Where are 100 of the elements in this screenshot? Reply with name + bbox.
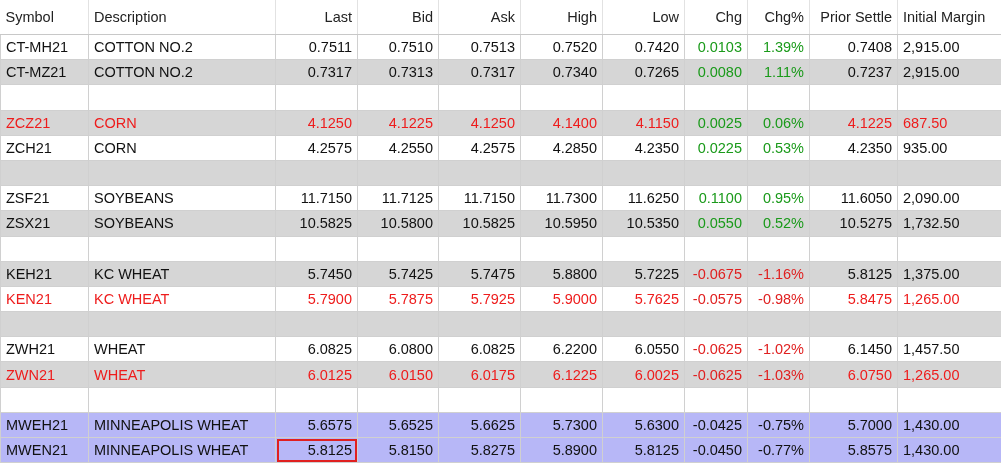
table-cell: -0.0425: [684, 412, 748, 438]
table-cell: -1.16%: [747, 261, 810, 287]
table-cell: 6.0825: [438, 336, 521, 362]
table-cell: 5.7625: [602, 286, 685, 312]
column-header[interactable]: Symbol: [0, 0, 89, 35]
table-cell: ZWN21: [0, 361, 89, 388]
table-cell: 0.7237: [809, 59, 898, 85]
table-cell: ZSX21: [0, 210, 89, 236]
table-row[interactable]: ZSX21 SOYBEANS 10.5825 10.5800 10.5825 10.5950 10.5350 0.0550 0.52% 10.5275 1,732.50: [0, 210, 1001, 236]
table-cell: -0.0575: [684, 286, 748, 312]
table-cell: 5.8900: [520, 437, 603, 463]
column-header[interactable]: Bid: [357, 0, 439, 35]
table-cell: 5.8125: [809, 261, 898, 287]
table-cell: 4.1225: [809, 110, 898, 136]
table-cell: 6.0550: [602, 336, 685, 362]
table-cell: 1.11%: [747, 59, 810, 85]
column-header[interactable]: Initial Margin: [897, 0, 1001, 35]
table-cell: 6.0025: [602, 361, 685, 388]
table-cell: 10.5800: [357, 210, 439, 236]
table-cell: 5.6575: [275, 412, 358, 438]
column-header[interactable]: Description: [88, 0, 276, 35]
table-cell: 4.1225: [357, 110, 439, 136]
table-row[interactable]: CT-MH21 COTTON NO.2 0.7511 0.7510 0.7513 0.7520 0.7420 0.0103 1.39% 0.7408 2,915.00: [0, 34, 1001, 60]
table-cell: 0.0025: [684, 110, 748, 136]
table-cell: COTTON NO.2: [88, 59, 276, 85]
table-cell: 0.0080: [684, 59, 748, 85]
table-cell: 0.06%: [747, 110, 810, 136]
table-cell: 6.1450: [809, 336, 898, 362]
table-cell: 5.8275: [438, 437, 521, 463]
table-cell: ZCH21: [0, 135, 89, 161]
table-row[interactable]: ZWH21 WHEAT 6.0825 6.0800 6.0825 6.2200 6.0550 -0.0625 -1.02% 6.1450 1,457.50: [0, 336, 1001, 362]
table-cell: 0.7520: [520, 34, 603, 60]
table-cell: 6.0150: [357, 361, 439, 388]
table-cell: 5.8575: [809, 437, 898, 463]
table-cell: 4.2350: [809, 135, 898, 161]
table-cell: 0.0225: [684, 135, 748, 161]
table-cell: SOYBEANS: [88, 210, 276, 236]
table-cell: CORN: [88, 135, 276, 161]
table-row[interactable]: ZCH21 CORN 4.2575 4.2550 4.2575 4.2850 4.2350 0.0225 0.53% 4.2350 935.00: [0, 135, 1001, 161]
column-header[interactable]: Chg: [684, 0, 748, 35]
table-row[interactable]: CT-MZ21 COTTON NO.2 0.7317 0.7313 0.7317 0.7340 0.7265 0.0080 1.11% 0.7237 2,915.00: [0, 59, 1001, 85]
table-cell: 10.5350: [602, 210, 685, 236]
table-cell: -0.0675: [684, 261, 748, 287]
table-cell: 5.8800: [520, 261, 603, 287]
table-cell: MWEN21: [0, 437, 89, 463]
table-cell: 5.8150: [357, 437, 439, 463]
column-header[interactable]: Ask: [438, 0, 521, 35]
table-cell: 10.5275: [809, 210, 898, 236]
column-header[interactable]: Last: [275, 0, 358, 35]
table-cell: WHEAT: [88, 336, 276, 362]
table-cell: -1.03%: [747, 361, 810, 388]
table-cell: 0.95%: [747, 185, 810, 211]
table-cell: 5.6300: [602, 412, 685, 438]
table-cell: 6.0750: [809, 361, 898, 388]
column-header[interactable]: Chg%: [747, 0, 810, 35]
table-cell: 0.0103: [684, 34, 748, 60]
table-cell: 6.0175: [438, 361, 521, 388]
table-cell: 5.7425: [357, 261, 439, 287]
table-cell: 0.7317: [438, 59, 521, 85]
table-cell: 6.0125: [275, 361, 358, 388]
table-cell: 6.2200: [520, 336, 603, 362]
table-cell: 6.1225: [520, 361, 603, 388]
table-cell: 10.5825: [275, 210, 358, 236]
table-cell: CT-MH21: [0, 34, 89, 60]
table-row[interactable]: ZSF21 SOYBEANS 11.7150 11.7125 11.7150 11.7300 11.6250 0.1100 0.95% 11.6050 2,090.00: [0, 185, 1001, 211]
table-cell: 0.1100: [684, 185, 748, 211]
column-header[interactable]: Prior Settle: [809, 0, 898, 35]
table-cell: MINNEAPOLIS WHEAT: [88, 437, 276, 463]
table-cell: 11.6050: [809, 185, 898, 211]
table-cell: KEH21: [0, 261, 89, 287]
table-cell: 0.7510: [357, 34, 439, 60]
table-cell: -0.98%: [747, 286, 810, 312]
table-cell: ZSF21: [0, 185, 89, 211]
column-header[interactable]: Low: [602, 0, 685, 35]
table-cell: 4.2850: [520, 135, 603, 161]
table-cell: 5.6625: [438, 412, 521, 438]
table-cell: 5.7000: [809, 412, 898, 438]
table-cell: 5.6525: [357, 412, 439, 438]
table-cell: -0.0625: [684, 336, 748, 362]
table-cell: 4.2575: [275, 135, 358, 161]
table-cell: KC WHEAT: [88, 261, 276, 287]
table-cell: 5.7225: [602, 261, 685, 287]
table-cell: 0.7313: [357, 59, 439, 85]
table-cell: WHEAT: [88, 361, 276, 388]
table-cell: 4.1150: [602, 110, 685, 136]
table-cell: KC WHEAT: [88, 286, 276, 312]
table-cell: ZWH21: [0, 336, 89, 362]
table-row[interactable]: MWEN21 MINNEAPOLIS WHEAT 5.8125 5.8150 5.8275 5.8900 5.8125 -0.0450 -0.77% 5.8575 1,430.00: [0, 437, 1001, 463]
table-row[interactable]: MWEH21 MINNEAPOLIS WHEAT 5.6575 5.6525 5.6625 5.7300 5.6300 -0.0425 -0.75% 5.7000 1,430.00: [0, 412, 1001, 438]
column-header[interactable]: High: [520, 0, 603, 35]
table-cell: CT-MZ21: [0, 59, 89, 85]
table-cell: 0.7511: [275, 34, 358, 60]
table-cell: 5.7450: [275, 261, 358, 287]
table-cell: 11.7150: [438, 185, 521, 211]
table-cell: 0.0550: [684, 210, 748, 236]
table-row[interactable]: KEN21 KC WHEAT 5.7900 5.7875 5.7925 5.9000 5.7625 -0.0575 -0.98% 5.8475 1,265.00: [0, 286, 1001, 312]
table-cell: 5.8125: [602, 437, 685, 463]
table-row[interactable]: KEH21 KC WHEAT 5.7450 5.7425 5.7475 5.8800 5.7225 -0.0675 -1.16% 5.8125 1,375.00: [0, 261, 1001, 287]
table-cell: 0.7340: [520, 59, 603, 85]
table-cell: 0.7317: [275, 59, 358, 85]
